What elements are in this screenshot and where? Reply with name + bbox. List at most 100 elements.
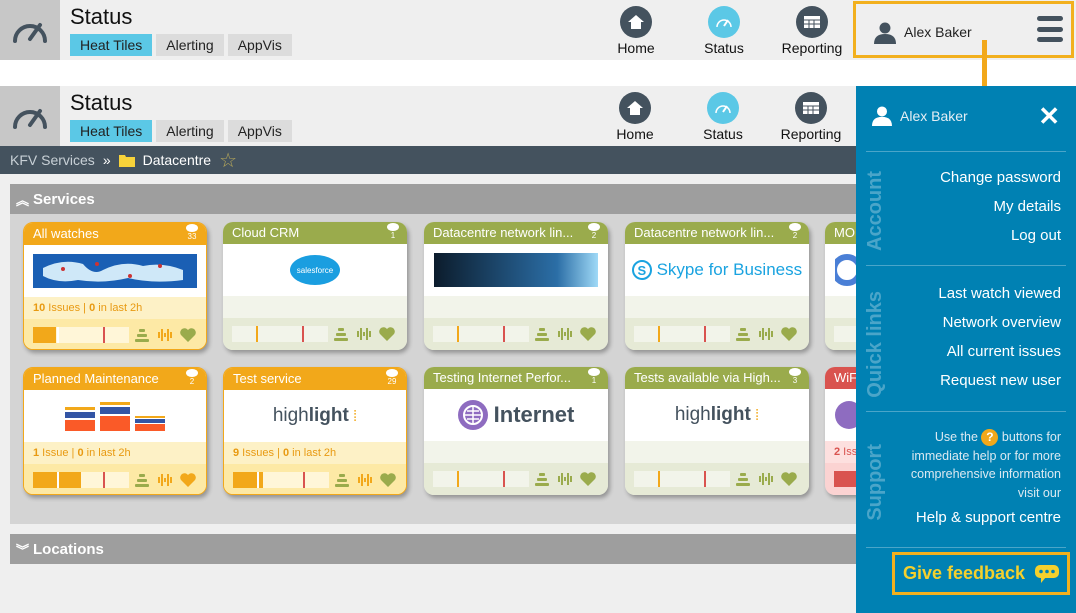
service-tile[interactable]: All watches 33 10 Issues | 0 in last 2h [23, 222, 207, 350]
divider [866, 151, 1066, 152]
waveform-icon[interactable] [557, 471, 573, 487]
heart-icon[interactable] [180, 327, 196, 343]
watch-eye-icon: 2 [787, 223, 803, 240]
service-tile[interactable]: Datacentre network lin... 2 [424, 222, 608, 350]
breadcrumb-current: Datacentre [142, 152, 212, 168]
service-tile[interactable]: Testing Internet Perfor... 1 Internet [424, 367, 608, 495]
waveform-icon[interactable] [157, 472, 173, 488]
service-tile[interactable]: Cloud CRM 1 salesforce [223, 222, 407, 350]
give-feedback-button[interactable]: Give feedback [892, 552, 1070, 595]
tab-heat-tiles[interactable]: Heat Tiles [70, 34, 153, 56]
all-current-issues-link[interactable]: All current issues [947, 343, 1061, 360]
breadcrumb-root[interactable]: KFV Services [10, 152, 95, 168]
heart-icon[interactable] [580, 471, 596, 487]
watch-count: 1 [591, 376, 597, 385]
stack-icon[interactable] [333, 326, 349, 342]
tile-title: Cloud CRM [232, 225, 300, 240]
services-section-header[interactable]: ︽ Services [10, 184, 860, 214]
issues-progress-bar [634, 326, 730, 342]
network-overview-link[interactable]: Network overview [943, 314, 1061, 331]
quick-links-label: Quick links [864, 291, 886, 398]
tile-title: Planned Maintenance [33, 371, 159, 386]
waveform-icon[interactable] [557, 326, 573, 342]
tile-title: Datacentre network lin... [433, 225, 574, 240]
tab-appvis[interactable]: AppVis [227, 120, 292, 142]
issues-summary [424, 441, 608, 463]
my-details-link[interactable]: My details [993, 198, 1061, 215]
tab-alerting[interactable]: Alerting [156, 34, 224, 56]
watch-count: 29 [387, 377, 397, 386]
stack-icon[interactable] [534, 471, 550, 487]
nav-status[interactable]: Status [688, 92, 758, 142]
hamburger-menu-icon[interactable] [1037, 16, 1063, 42]
support-text: Use the ? buttons for immediate help or … [910, 429, 1061, 500]
tile-title: MO [834, 225, 855, 240]
nav-home[interactable]: Home [601, 6, 671, 56]
critical-marker [303, 472, 305, 488]
tab-appvis[interactable]: AppVis [227, 34, 292, 56]
nav-reporting[interactable]: Reporting [777, 6, 847, 56]
service-tile[interactable]: Test service 29 highlight ⁞ 9 Issues | 0… [223, 367, 407, 495]
tile-logo: highlight ⁞ [224, 390, 406, 442]
help-icon: ? [981, 429, 999, 446]
waveform-icon[interactable] [356, 326, 372, 342]
service-tile[interactable]: Tests available via High... 3 highlight … [625, 367, 809, 495]
stack-icon[interactable] [534, 326, 550, 342]
tab-alerting[interactable]: Alerting [156, 120, 224, 142]
gauge-icon [708, 6, 740, 38]
nav-home[interactable]: Home [600, 92, 670, 142]
last-watch-viewed-link[interactable]: Last watch viewed [938, 285, 1061, 302]
tile-title: Tests available via High... [634, 370, 781, 385]
issues-summary: 10 Issues | 0 in last 2h [24, 297, 206, 319]
issues-summary [625, 296, 809, 318]
gauge-logo-icon [0, 0, 60, 60]
tile-logo: S Skype for Business [625, 244, 809, 296]
warning-marker [658, 471, 660, 487]
heart-icon[interactable] [580, 326, 596, 342]
change-password-link[interactable]: Change password [940, 169, 1061, 186]
request-new-user-link[interactable]: Request new user [940, 372, 1061, 389]
user-menu-highlight[interactable]: Alex Baker [853, 1, 1074, 58]
expand-chevron-icon: ︾ [16, 542, 30, 558]
stack-icon[interactable] [334, 472, 350, 488]
heart-icon[interactable] [781, 471, 797, 487]
divider [866, 265, 1066, 266]
heart-icon[interactable] [180, 472, 196, 488]
nav-reporting[interactable]: Reporting [776, 92, 846, 142]
watch-count: 2 [189, 377, 195, 386]
breadcrumb: KFV Services » Datacentre ☆ [0, 146, 860, 174]
issues-summary [424, 296, 608, 318]
watch-count: 3 [792, 376, 798, 385]
heart-icon[interactable] [781, 326, 797, 342]
issues-progress-bar [433, 471, 529, 487]
help-support-centre-link[interactable]: Help & support centre [916, 509, 1061, 526]
home-icon [620, 6, 652, 38]
service-tile[interactable]: Datacentre network lin... 2 S Skype for … [625, 222, 809, 350]
stack-icon[interactable] [735, 326, 751, 342]
heart-icon[interactable] [380, 472, 396, 488]
tile-logo: Internet [424, 389, 608, 441]
warning-marker [257, 472, 259, 488]
stack-icon[interactable] [134, 472, 150, 488]
critical-marker [103, 327, 105, 343]
favorite-star-icon[interactable]: ☆ [219, 148, 237, 173]
locations-section-header[interactable]: ︾ Locations [10, 534, 860, 564]
issues-progress-bar [232, 326, 328, 342]
support-label: Support [864, 444, 886, 521]
waveform-icon[interactable] [357, 472, 373, 488]
waveform-icon[interactable] [157, 327, 173, 343]
stack-icon[interactable] [134, 327, 150, 343]
waveform-icon[interactable] [758, 471, 774, 487]
stack-icon[interactable] [735, 471, 751, 487]
watch-eye-icon: 3 [787, 368, 803, 385]
collapse-chevron-icon: ︽ [16, 192, 30, 208]
waveform-icon[interactable] [758, 326, 774, 342]
heart-icon[interactable] [379, 326, 395, 342]
issues-progress-bar [33, 327, 129, 343]
service-tile[interactable]: Planned Maintenance 2 1 Issue | 0 in las… [23, 367, 207, 495]
warning-marker [256, 326, 258, 342]
nav-status[interactable]: Status [689, 6, 759, 56]
tab-heat-tiles[interactable]: Heat Tiles [70, 120, 153, 142]
log-out-link[interactable]: Log out [1011, 227, 1061, 244]
close-icon[interactable]: ✕ [1038, 103, 1060, 129]
